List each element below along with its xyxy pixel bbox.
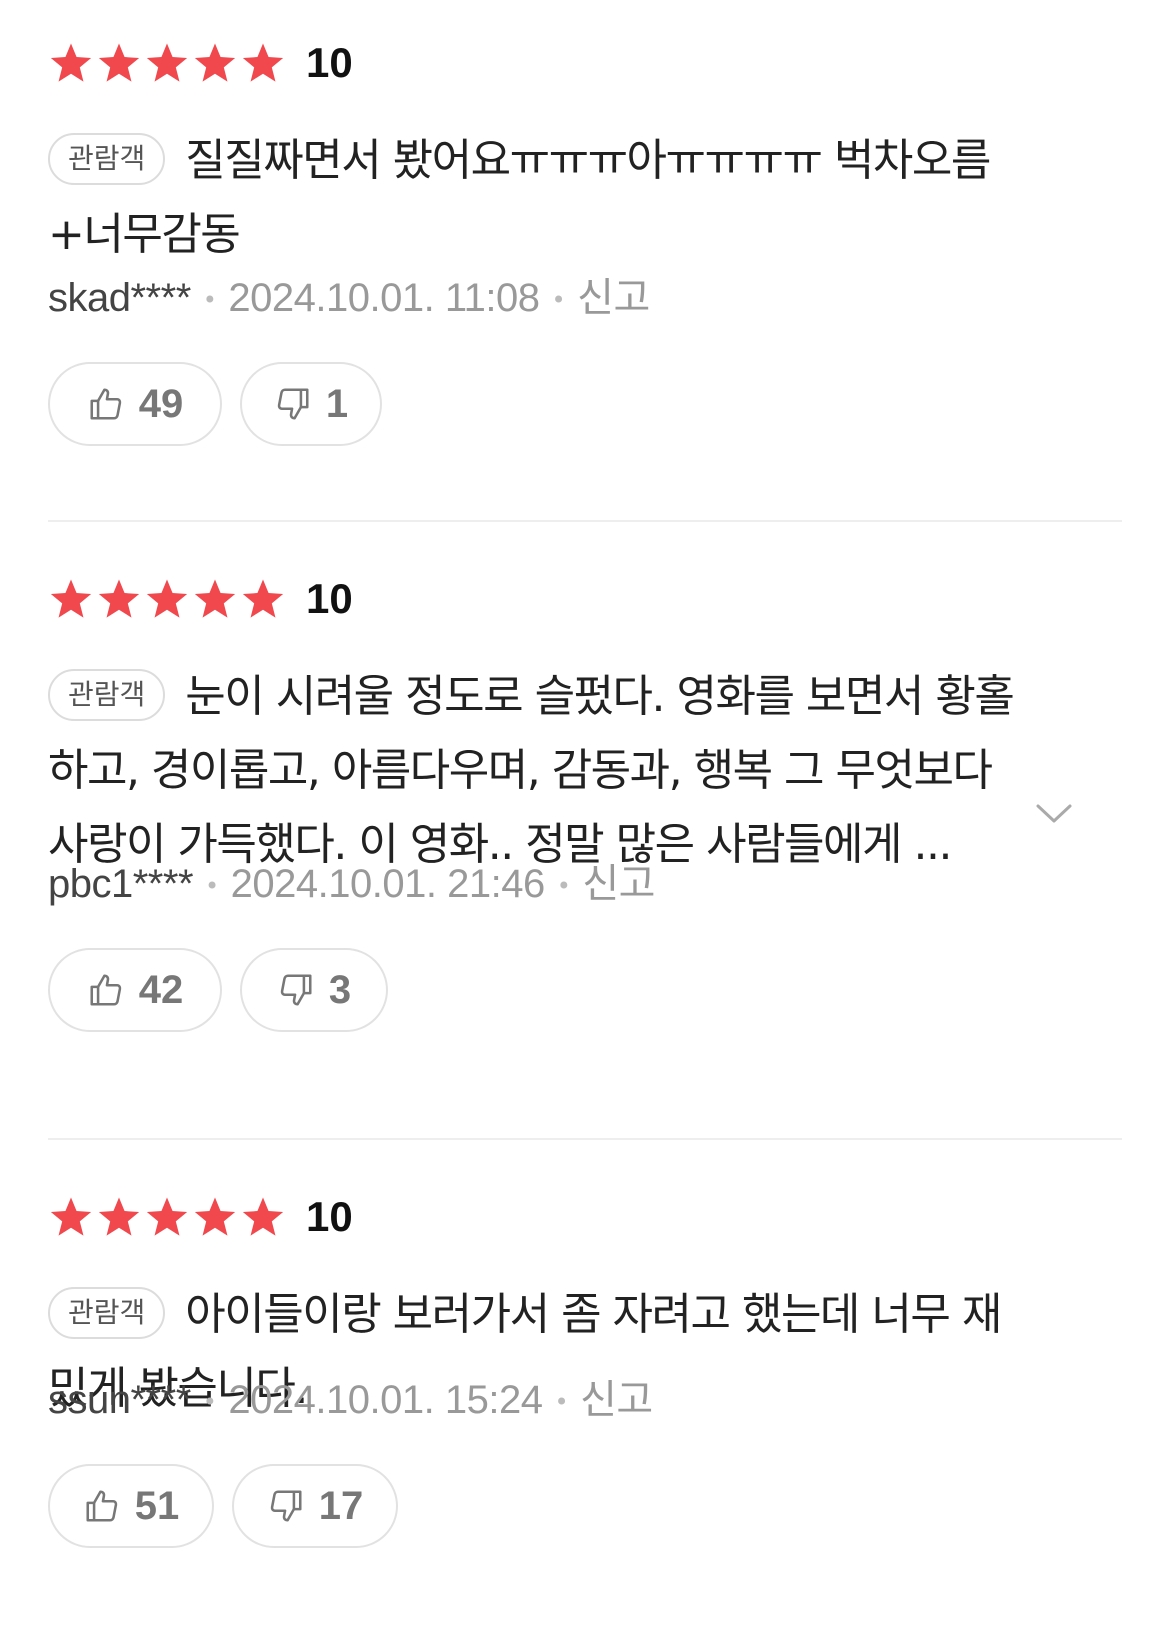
report-link[interactable]: 신고	[582, 861, 655, 907]
review-date: 2024.10.01. 21:46	[230, 862, 546, 906]
star-icon	[48, 1194, 94, 1240]
star-icon	[96, 1194, 142, 1240]
star-rating	[48, 40, 286, 86]
review-text-line: 하고, 경이롭고, 아름다우며, 감동과, 행복 그 무엇보다	[48, 745, 993, 796]
review-text-line: 아이들이랑 보러가서 좀 자려고 했는데 너무 재	[185, 1289, 1002, 1340]
star-icon	[48, 576, 94, 622]
like-button[interactable]: 49	[48, 362, 222, 446]
star-icon	[48, 40, 94, 86]
viewer-badge: 관람객	[48, 1287, 166, 1339]
viewer-badge: 관람객	[48, 133, 166, 185]
review-text-line: +너무감동	[48, 209, 241, 260]
thumbs-down-icon	[274, 385, 312, 423]
reaction-buttons: 42 3	[48, 948, 388, 1032]
username: pbc1****	[48, 862, 194, 906]
review-date: 2024.10.01. 15:24	[228, 1378, 543, 1422]
thumbs-up-icon	[83, 1487, 121, 1525]
report-link[interactable]: 신고	[580, 1377, 653, 1423]
reaction-buttons: 51 17	[48, 1464, 398, 1548]
separator-dot: •	[554, 1388, 569, 1416]
username: skad****	[48, 276, 191, 320]
dislike-button[interactable]: 17	[232, 1464, 398, 1548]
like-count: 49	[138, 381, 184, 426]
review-text-line: 눈이 시려울 정도로 슬펐다. 영화를 보면서 황홀	[185, 671, 1015, 722]
score: 10	[306, 39, 353, 86]
star-icon	[144, 576, 190, 622]
star-rating	[48, 576, 286, 622]
score: 10	[306, 575, 353, 622]
rating: 10	[48, 576, 353, 622]
separator-dot: •	[202, 1388, 217, 1416]
review-meta: ssun**** • 2024.10.01. 15:24 • 신고	[48, 1376, 653, 1426]
like-count: 42	[138, 967, 184, 1012]
thumbs-up-icon	[87, 385, 125, 423]
viewer-badge: 관람객	[48, 669, 166, 721]
star-icon	[192, 40, 238, 86]
review-text: 관람객 눈이 시려울 정도로 슬펐다. 영화를 보면서 황홀 하고, 경이롭고, …	[48, 660, 1122, 882]
separator-dot: •	[202, 286, 217, 314]
star-icon	[144, 40, 190, 86]
dislike-count: 1	[325, 381, 349, 426]
star-icon	[240, 1194, 286, 1240]
thumbs-up-icon	[87, 971, 125, 1009]
separator-dot: •	[556, 872, 571, 900]
separator-dot: •	[551, 286, 566, 314]
score: 10	[306, 1193, 353, 1240]
star-icon	[96, 40, 142, 86]
star-icon	[192, 576, 238, 622]
star-icon	[240, 576, 286, 622]
dislike-button[interactable]: 1	[240, 362, 382, 446]
thumbs-down-icon	[267, 1487, 305, 1525]
star-icon	[144, 1194, 190, 1240]
thumbs-down-icon	[277, 971, 315, 1009]
review-text-line: 질질짜면서 봤어요ㅠㅠㅠ아ㅠㅠㅠㅠ 벅차오름	[185, 135, 991, 186]
dislike-count: 3	[328, 967, 352, 1012]
report-link[interactable]: 신고	[577, 275, 650, 321]
divider	[48, 1138, 1122, 1140]
separator-dot: •	[205, 872, 219, 900]
review-meta: pbc1**** • 2024.10.01. 21:46 • 신고	[48, 860, 655, 910]
star-icon	[96, 576, 142, 622]
star-rating	[48, 1194, 286, 1240]
review-text: 관람객 질질짜면서 봤어요ㅠㅠㅠ아ㅠㅠㅠㅠ 벅차오름 +너무감동	[48, 124, 1122, 272]
review-date: 2024.10.01. 11:08	[228, 276, 540, 320]
dislike-count: 17	[318, 1483, 364, 1528]
divider	[48, 520, 1122, 522]
dislike-button[interactable]: 3	[240, 948, 388, 1032]
like-button[interactable]: 51	[48, 1464, 214, 1548]
star-icon	[240, 40, 286, 86]
reaction-buttons: 49 1	[48, 362, 382, 446]
username: ssun****	[48, 1378, 191, 1422]
rating: 10	[48, 40, 353, 86]
review-meta: skad**** • 2024.10.01. 11:08 • 신고	[48, 274, 650, 324]
like-button[interactable]: 42	[48, 948, 222, 1032]
like-count: 51	[134, 1483, 180, 1528]
rating: 10	[48, 1194, 353, 1240]
chevron-down-icon[interactable]	[1034, 798, 1074, 828]
star-icon	[192, 1194, 238, 1240]
